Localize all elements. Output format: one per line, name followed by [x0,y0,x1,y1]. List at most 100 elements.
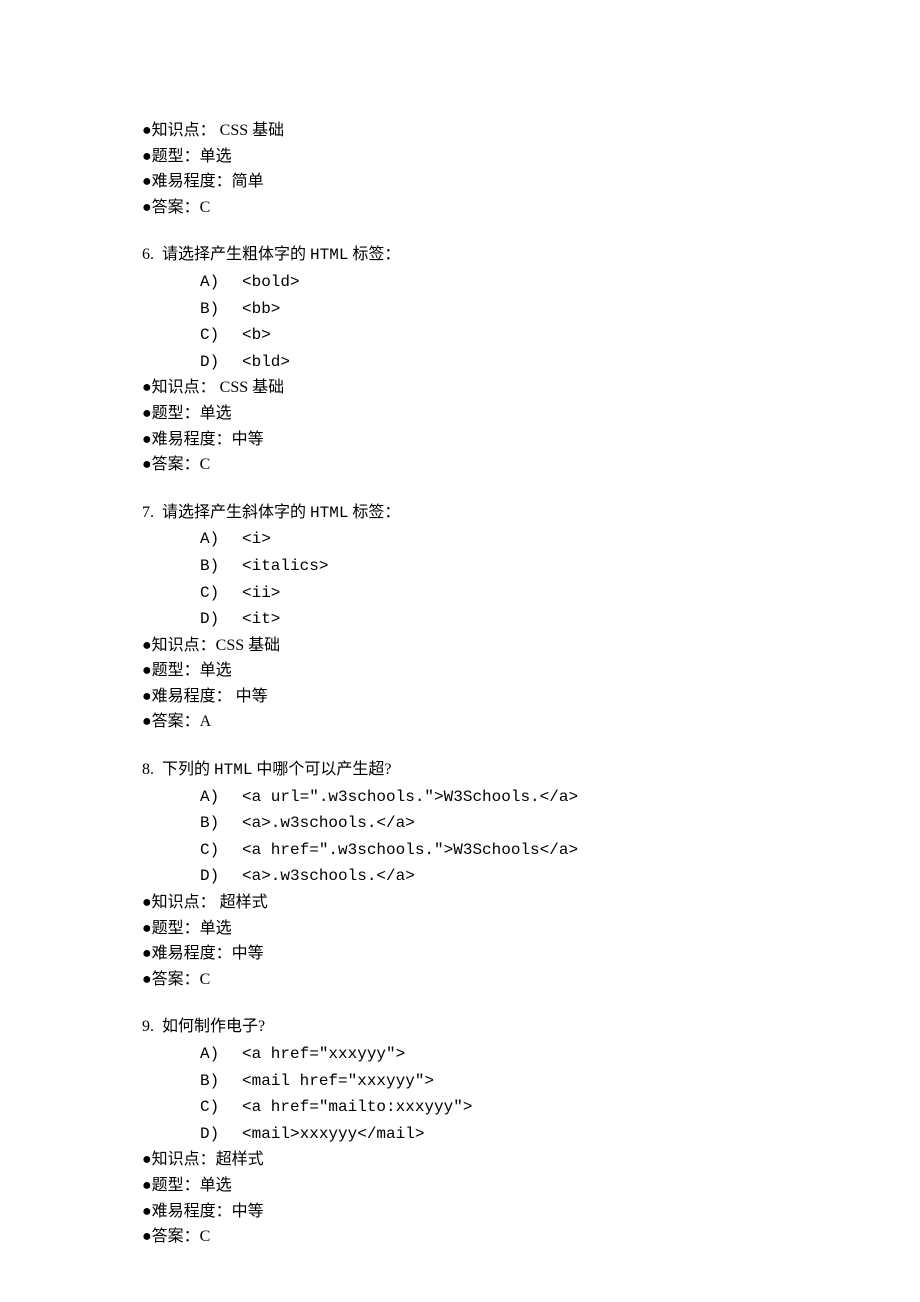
meta-difficulty: ●难易程度： 中等 [142,684,920,710]
meta-answer: ●答案：C [142,967,920,993]
meta-difficulty: ●难易程度：简单 [142,169,920,195]
option-text: <a href="xxxyyy"> [242,1045,405,1063]
meta-knowledge-value: 超样式 [216,1151,264,1168]
question-number: 7. [142,504,154,521]
meta-knowledge-value: CSS 基础 [216,637,280,654]
question-stem: 7. 请选择产生斜体字的 HTML 标签： [142,500,920,527]
question-block: 8. 下列的 HTML 中哪个可以产生超? A)<a url=".w3schoo… [142,757,920,992]
option-label: D) [200,607,242,633]
option-text: <ii> [242,584,280,602]
option-d: D)<a>.w3schools.</a> [142,863,920,890]
meta-knowledge: ●知识点：CSS 基础 [142,633,920,659]
document-page: ●知识点： CSS 基础 ●题型：单选 ●难易程度：简单 ●答案：C 6. 请选… [0,0,920,1302]
stem-text-pre: 下列的 [162,761,214,778]
meta-answer-label: ●答案： [142,1228,200,1245]
stem-text-post: 标签： [348,246,400,263]
option-label: C) [200,581,242,607]
meta-difficulty-label: ●难易程度： [142,431,232,448]
meta-qtype-label: ●题型： [142,405,200,422]
option-a: A)<i> [142,526,920,553]
meta-difficulty: ●难易程度：中等 [142,1199,920,1225]
option-label: C) [200,838,242,864]
question-number: 9. [142,1018,154,1035]
stem-text-en: HTML [310,246,348,264]
question-number: 6. [142,246,154,263]
option-text: <it> [242,610,280,628]
meta-answer-value: C [200,199,211,216]
meta-knowledge-value: 超样式 [216,894,268,911]
stem-text-en: HTML [214,761,252,779]
meta-qtype: ●题型：单选 [142,916,920,942]
option-d: D)<bld> [142,349,920,376]
option-text: <bold> [242,273,300,291]
option-label: B) [200,297,242,323]
meta-qtype-value: 单选 [200,405,232,422]
option-text: <bb> [242,300,280,318]
question-stem: 8. 下列的 HTML 中哪个可以产生超? [142,757,920,784]
option-label: B) [200,811,242,837]
meta-answer-value: C [200,1228,211,1245]
stem-text-pre: 如何制作电子? [162,1018,265,1035]
option-label: A) [200,1042,242,1068]
meta-difficulty-label: ●难易程度： [142,1203,232,1220]
meta-answer: ●答案：C [142,452,920,478]
option-text: <a url=".w3schools.">W3Schools.</a> [242,788,578,806]
meta-qtype-value: 单选 [200,148,232,165]
option-c: C)<b> [142,322,920,349]
option-label: C) [200,323,242,349]
meta-answer: ●答案：A [142,709,920,735]
option-label: D) [200,350,242,376]
question-block: 6. 请选择产生粗体字的 HTML 标签： A)<bold> B)<bb> C)… [142,242,920,477]
option-b: B)<a>.w3schools.</a> [142,810,920,837]
meta-difficulty-value: 中等 [232,431,264,448]
option-label: D) [200,864,242,890]
option-label: A) [200,785,242,811]
question-block: 7. 请选择产生斜体字的 HTML 标签： A)<i> B)<italics> … [142,500,920,735]
option-label: D) [200,1122,242,1148]
meta-qtype: ●题型：单选 [142,401,920,427]
meta-qtype: ●题型：单选 [142,658,920,684]
question-stem: 9. 如何制作电子? [142,1014,920,1041]
question-stem: 6. 请选择产生粗体字的 HTML 标签： [142,242,920,269]
option-text: <a>.w3schools.</a> [242,867,415,885]
option-text: <i> [242,530,271,548]
meta-difficulty-label: ●难易程度： [142,688,232,705]
option-text: <mail>xxxyyy</mail> [242,1125,424,1143]
option-c: C)<a href=".w3schools.">W3Schools</a> [142,837,920,864]
meta-answer-label: ●答案： [142,971,200,988]
option-b: B)<italics> [142,553,920,580]
meta-qtype-value: 单选 [200,1177,232,1194]
meta-knowledge-label: ●知识点： [142,1151,216,1168]
option-label: C) [200,1095,242,1121]
meta-knowledge-label: ●知识点： [142,894,216,911]
meta-difficulty-value: 简单 [232,173,264,190]
option-label: A) [200,270,242,296]
meta-qtype-value: 单选 [200,662,232,679]
meta-knowledge: ●知识点： CSS 基础 [142,118,920,144]
meta-answer-label: ●答案： [142,199,200,216]
meta-answer-label: ●答案： [142,456,200,473]
meta-qtype-value: 单选 [200,920,232,937]
meta-answer-label: ●答案： [142,713,200,730]
option-a: A)<a url=".w3schools.">W3Schools.</a> [142,784,920,811]
meta-difficulty: ●难易程度：中等 [142,427,920,453]
meta-knowledge: ●知识点： CSS 基础 [142,375,920,401]
question-block: 9. 如何制作电子? A)<a href="xxxyyy"> B)<mail h… [142,1014,920,1249]
stem-text-en: HTML [310,504,348,522]
meta-qtype-label: ●题型： [142,662,200,679]
meta-knowledge-label: ●知识点： [142,379,216,396]
meta-difficulty-value: 中等 [232,1203,264,1220]
meta-knowledge: ●知识点： 超样式 [142,890,920,916]
meta-qtype-label: ●题型： [142,920,200,937]
stem-text-pre: 请选择产生斜体字的 [162,504,310,521]
option-b: B)<mail href="xxxyyy"> [142,1068,920,1095]
option-text: <bld> [242,353,290,371]
meta-answer-value: A [200,713,212,730]
meta-knowledge: ●知识点：超样式 [142,1147,920,1173]
option-b: B)<bb> [142,296,920,323]
option-text: <b> [242,326,271,344]
meta-difficulty-value: 中等 [232,688,268,705]
meta-knowledge-value: CSS 基础 [216,379,284,396]
meta-qtype: ●题型：单选 [142,1173,920,1199]
meta-answer: ●答案：C [142,1224,920,1250]
